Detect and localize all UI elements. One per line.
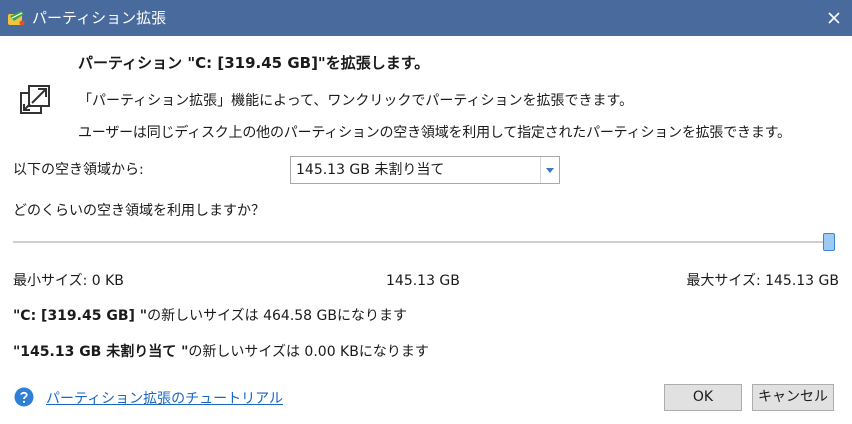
tutorial-link[interactable]: パーティション拡張のチュートリアル: [46, 389, 283, 409]
source-label: 以下の空き領域から:: [13, 162, 144, 178]
result-partition-name: "145.13 GB 未割り当て ": [13, 344, 189, 360]
size-slider-track[interactable]: [13, 241, 835, 243]
cancel-button[interactable]: キャンセル: [752, 384, 834, 411]
window-title: パーティション拡張: [32, 9, 167, 27]
amount-question: どのくらいの空き領域を利用しますか？: [13, 203, 265, 219]
result-line-unallocated: "145.13 GB 未割り当て "の新しいサイズは 0.00 KBになります: [13, 342, 429, 362]
max-size-label: 最大サイズ: 145.13 GB: [686, 273, 839, 289]
result-line-c: "C: [319.45 GB] "の新しいサイズは 464.58 GBになります: [13, 306, 407, 326]
size-slider-handle[interactable]: [823, 233, 835, 251]
source-select-value: 145.13 GB 未割り当て: [296, 162, 445, 178]
current-size-value: 145.13 GB: [386, 273, 460, 289]
description-line-1: 「パーティション拡張」機能によって、ワンクリックでパーティションを拡張できます。: [78, 93, 634, 109]
result-partition-name: "C: [319.45 GB] ": [13, 308, 148, 324]
description-line-2: ユーザーは同じディスク上の他のパーティションの空き領域を利用して指定されたパーテ…: [78, 125, 791, 141]
expand-arrows-icon: [17, 82, 53, 118]
title-bar: パーティション拡張: [0, 0, 852, 36]
result-text: の新しいサイズは 464.58 GBになります: [147, 308, 407, 324]
result-text: の新しいサイズは 0.00 KBになります: [188, 344, 429, 360]
help-icon[interactable]: [14, 387, 34, 407]
close-icon: [828, 12, 840, 24]
close-button[interactable]: [816, 0, 852, 36]
dialog-heading: パーティション "C: [319.45 GB]"を拡張します。: [78, 54, 430, 72]
chevron-down-icon: [546, 167, 554, 173]
app-logo-icon: [6, 8, 26, 28]
source-select[interactable]: 145.13 GB 未割り当て: [290, 156, 560, 184]
ok-button[interactable]: OK: [664, 384, 742, 411]
dropdown-arrow[interactable]: [540, 157, 559, 183]
min-size-label: 最小サイズ: 0 KB: [13, 273, 124, 289]
